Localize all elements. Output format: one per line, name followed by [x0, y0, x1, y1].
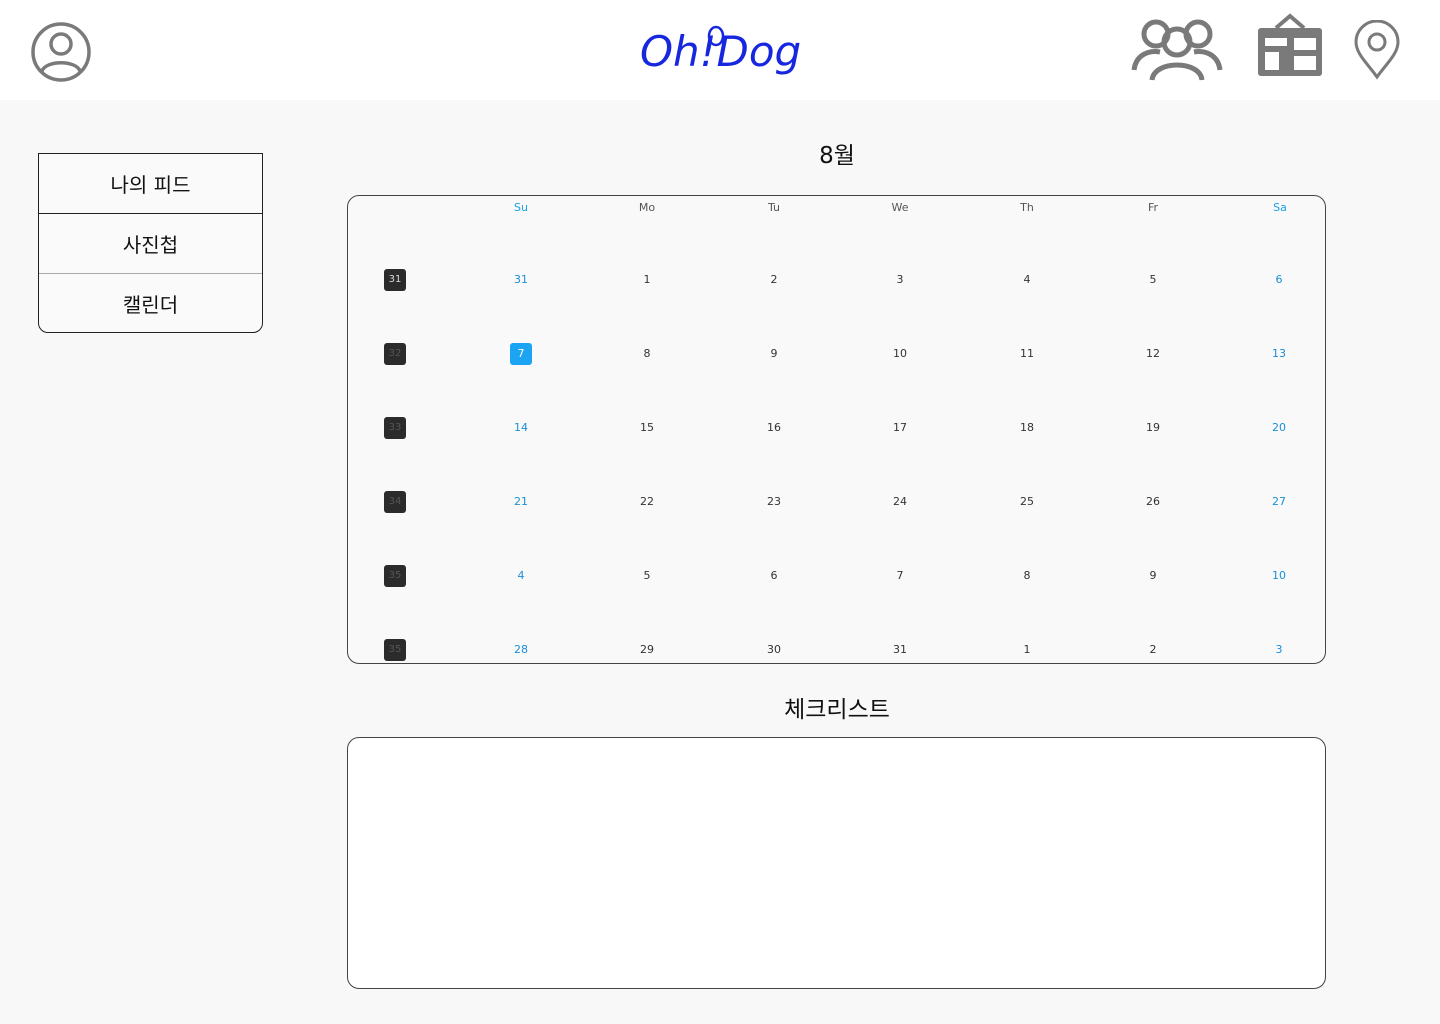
side-menu: 나의 피드 사진첩 캘린더	[38, 153, 263, 333]
top-header: Oh!Dog	[0, 0, 1440, 100]
weekday-header: Sa	[1273, 201, 1287, 214]
calendar-day[interactable]: 22	[627, 491, 667, 513]
checklist-box[interactable]	[347, 737, 1326, 989]
friends-button[interactable]	[1130, 14, 1224, 84]
calendar-day[interactable]: 18	[1007, 417, 1047, 439]
calendar-day[interactable]: 10	[880, 343, 920, 365]
calendar-day[interactable]: 4	[501, 565, 541, 587]
calendar-day[interactable]: 1	[1007, 639, 1047, 661]
side-menu-calendar[interactable]: 캘린더	[39, 274, 262, 333]
calendar-day[interactable]: 2	[754, 269, 794, 291]
calendar-day[interactable]: 3	[880, 269, 920, 291]
calendar-day[interactable]: 12	[1133, 343, 1173, 365]
calendar-day[interactable]: 14	[501, 417, 541, 439]
calendar-day[interactable]: 9	[754, 343, 794, 365]
weekday-header: Th	[1020, 201, 1034, 214]
map-pin-icon	[1354, 19, 1400, 80]
friends-group-icon	[1131, 19, 1223, 81]
calendar-day[interactable]: 8	[1007, 565, 1047, 587]
calendar-day[interactable]: 31	[501, 269, 541, 291]
side-menu-my-feed[interactable]: 나의 피드	[39, 154, 262, 214]
calendar-day[interactable]: 30	[754, 639, 794, 661]
map-button[interactable]	[1350, 19, 1404, 80]
calendar-day[interactable]: 11	[1007, 343, 1047, 365]
weekday-header: We	[891, 201, 909, 214]
weekday-header: Fr	[1147, 201, 1159, 214]
calendar-day[interactable]: 6	[754, 565, 794, 587]
calendar-day[interactable]: 4	[1007, 269, 1047, 291]
calendar-day[interactable]: 1	[627, 269, 667, 291]
calendar-day[interactable]: 24	[880, 491, 920, 513]
calendar-day[interactable]: 15	[627, 417, 667, 439]
calendar-day-selected[interactable]: 7	[510, 343, 532, 365]
calendar-day[interactable]: 10	[1259, 565, 1299, 587]
board-news-icon	[1258, 13, 1322, 76]
calendar-day[interactable]: 9	[1133, 565, 1173, 587]
app-logo[interactable]: Oh!Dog	[636, 18, 816, 82]
calendar-day[interactable]: 2	[1133, 639, 1173, 661]
calendar-widget: Su Mo Tu We Th Fr Sa 31 31 1 2 3 4 5 6 32 7 8 9 10 11…	[347, 195, 1326, 664]
calendar-day[interactable]: 31	[880, 639, 920, 661]
calendar-day[interactable]: 3	[1259, 639, 1299, 661]
calendar-day[interactable]: 20	[1259, 417, 1299, 439]
calendar-day[interactable]: 29	[627, 639, 667, 661]
logo-text: Oh!Dog	[640, 27, 801, 76]
week-number[interactable]: 32	[384, 343, 406, 365]
weekday-header: Mo	[638, 201, 656, 214]
calendar-month-title: 8월	[819, 143, 855, 169]
weekday-header: Su	[514, 201, 528, 214]
calendar-day[interactable]: 26	[1133, 491, 1173, 513]
calendar-day[interactable]: 17	[880, 417, 920, 439]
checklist-title: 체크리스트	[784, 697, 890, 723]
user-profile-icon	[31, 22, 91, 82]
weekday-header: Tu	[767, 201, 781, 214]
week-number[interactable]: 35	[384, 565, 406, 587]
calendar-day[interactable]: 28	[501, 639, 541, 661]
week-number[interactable]: 31	[384, 269, 406, 291]
calendar-day[interactable]: 16	[754, 417, 794, 439]
board-button[interactable]	[1254, 12, 1326, 80]
calendar-day[interactable]: 25	[1007, 491, 1047, 513]
calendar-day[interactable]: 13	[1259, 343, 1299, 365]
calendar-day[interactable]: 23	[754, 491, 794, 513]
week-number[interactable]: 33	[384, 417, 406, 439]
week-number[interactable]: 35	[384, 639, 406, 661]
calendar-day[interactable]: 8	[627, 343, 667, 365]
calendar-day[interactable]: 6	[1259, 269, 1299, 291]
side-menu-photo-album[interactable]: 사진첩	[39, 214, 262, 274]
profile-button[interactable]	[30, 22, 92, 82]
calendar-day[interactable]: 27	[1259, 491, 1299, 513]
calendar-day[interactable]: 5	[1133, 269, 1173, 291]
calendar-day[interactable]: 19	[1133, 417, 1173, 439]
week-number[interactable]: 34	[384, 491, 406, 513]
calendar-day[interactable]: 7	[880, 565, 920, 587]
calendar-day[interactable]: 21	[501, 491, 541, 513]
calendar-day[interactable]: 5	[627, 565, 667, 587]
